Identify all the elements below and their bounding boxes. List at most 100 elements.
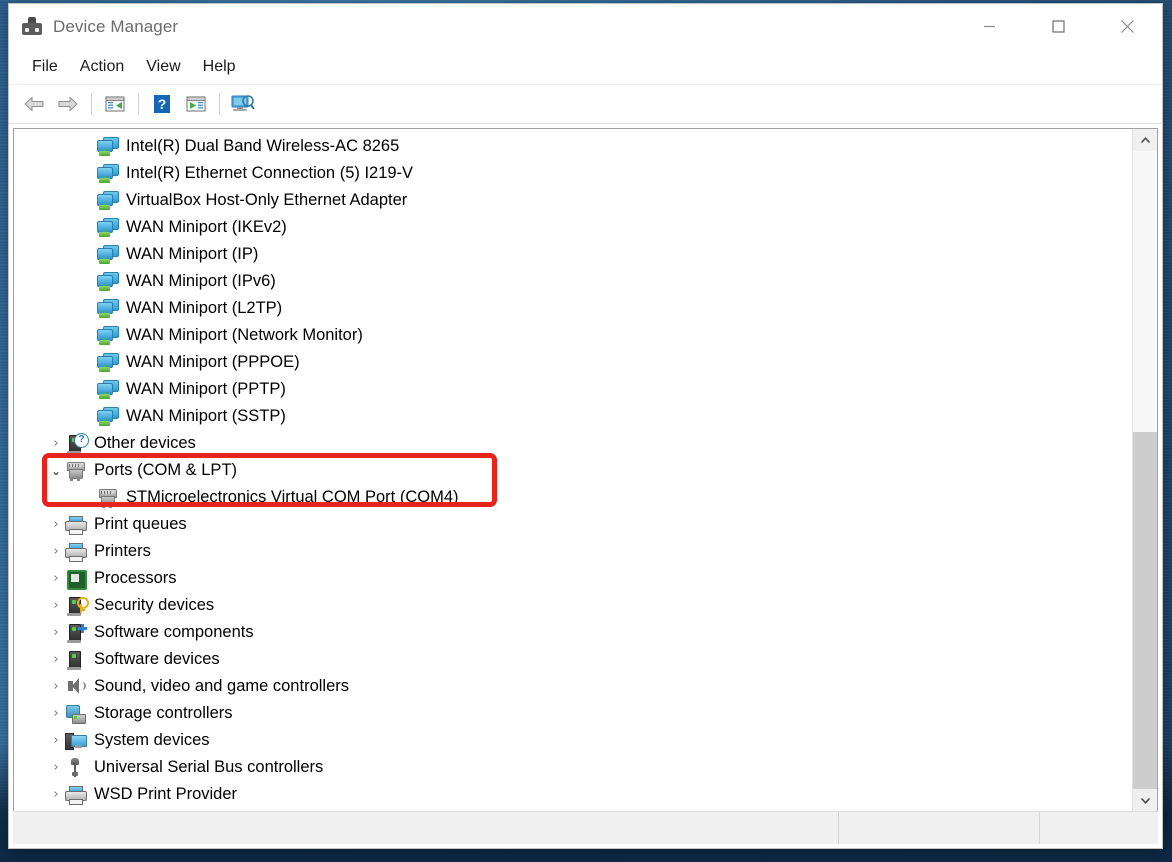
tree-row[interactable]: WAN Miniport (SSTP) (14, 403, 1132, 430)
device-manager-icon (21, 16, 43, 37)
status-bar (13, 811, 1158, 844)
tree-row[interactable]: WAN Miniport (IP) (14, 241, 1132, 268)
tree-row[interactable]: › Print queues (14, 511, 1132, 538)
properties-button[interactable] (98, 89, 132, 119)
tree-row[interactable]: › Printers (14, 538, 1132, 565)
tree-row[interactable]: WAN Miniport (PPPOE) (14, 349, 1132, 376)
chevron-right-icon[interactable]: › (48, 572, 64, 585)
tree-row[interactable]: › Security devices (14, 592, 1132, 619)
maximize-button[interactable] (1024, 4, 1093, 49)
tree-row[interactable]: WAN Miniport (L2TP) (14, 295, 1132, 322)
software-component-icon (64, 623, 87, 643)
toolbar-separator (138, 93, 139, 115)
tree-row[interactable]: › Universal Serial Bus controllers (14, 754, 1132, 781)
software-device-icon (64, 650, 86, 670)
tree-row[interactable]: › System devices (14, 727, 1132, 754)
printer-icon (64, 542, 87, 562)
tree-row[interactable]: › Processors (14, 565, 1132, 592)
tree-row-label: WSD Print Provider (94, 784, 238, 803)
network-adapter-icon (96, 406, 119, 427)
scroll-up-button[interactable] (1133, 129, 1157, 151)
port-icon (96, 488, 118, 508)
tree-row[interactable]: › Software devices (14, 646, 1132, 673)
tree-row[interactable]: Intel(R) Dual Band Wireless-AC 8265 (14, 133, 1132, 160)
tree-row[interactable]: WAN Miniport (Network Monitor) (14, 322, 1132, 349)
menu-file[interactable]: File (21, 54, 69, 80)
chevron-right-icon[interactable]: › (48, 626, 64, 639)
network-adapter-icon (96, 271, 119, 292)
chevron-right-icon[interactable]: › (48, 707, 64, 720)
title-bar[interactable]: Device Manager (9, 4, 1162, 49)
chevron-right-icon[interactable]: › (48, 599, 64, 612)
menu-help[interactable]: Help (192, 54, 247, 80)
tree-row[interactable]: › Storage controllers (14, 700, 1132, 727)
window-controls (955, 4, 1162, 49)
printer-icon (64, 785, 87, 805)
tree-row[interactable]: VirtualBox Host-Only Ethernet Adapter (14, 187, 1132, 214)
printer-icon (64, 515, 87, 535)
chevron-right-icon[interactable]: › (48, 437, 64, 450)
tree-row[interactable]: ›? Other devices (14, 430, 1132, 457)
network-adapter-icon (96, 325, 119, 346)
system-device-icon (64, 731, 87, 751)
close-button[interactable] (1093, 4, 1162, 49)
status-bar-segment-2 (1039, 812, 1158, 844)
tree-row-label: Storage controllers (94, 703, 233, 722)
chevron-right-icon[interactable]: › (48, 518, 64, 531)
vertical-scrollbar[interactable] (1132, 129, 1157, 811)
network-adapter-icon (96, 244, 119, 265)
chevron-right-icon[interactable]: › (48, 734, 64, 747)
tree-row[interactable]: WAN Miniport (PPTP) (14, 376, 1132, 403)
chevron-right-icon[interactable]: › (48, 788, 64, 801)
tree-row-label: Print queues (94, 514, 187, 533)
update-driver-button[interactable] (179, 89, 213, 119)
usb-controller-icon (64, 757, 86, 778)
forward-button[interactable] (51, 89, 85, 119)
tree-row-label: Security devices (94, 595, 215, 614)
menu-bar: File Action View Help (9, 49, 1162, 85)
unknown-device-icon: ? (64, 432, 89, 454)
scrollbar-thumb[interactable] (1133, 431, 1157, 789)
chevron-right-icon[interactable]: › (48, 761, 64, 774)
status-bar-segment-1 (838, 812, 1039, 844)
tree-row-label: WAN Miniport (PPTP) (126, 379, 286, 398)
tree-row-label: WAN Miniport (SSTP) (126, 406, 286, 425)
tree-row-label: Software devices (94, 649, 220, 668)
window-title: Device Manager (53, 16, 179, 36)
tree-row[interactable]: STMicroelectronics Virtual COM Port (COM… (14, 484, 1132, 511)
chevron-right-icon[interactable]: › (48, 653, 64, 666)
chevron-right-icon[interactable]: › (48, 545, 64, 558)
menu-view[interactable]: View (135, 54, 191, 80)
tree-row[interactable]: WAN Miniport (IKEv2) (14, 214, 1132, 241)
tree-row[interactable]: Intel(R) Ethernet Connection (5) I219-V (14, 160, 1132, 187)
tree-row[interactable]: › Sound, video and game controllers (14, 673, 1132, 700)
scan-hardware-changes-button[interactable] (226, 89, 260, 119)
back-button[interactable] (17, 89, 51, 119)
tree-row-label: Ports (COM & LPT) (94, 460, 238, 479)
tree-row-label: WAN Miniport (IPv6) (126, 271, 276, 290)
minimize-button[interactable] (955, 4, 1024, 49)
menu-action[interactable]: Action (69, 54, 135, 80)
tree-row-label: WAN Miniport (IP) (126, 244, 259, 263)
storage-controller-icon (64, 704, 86, 724)
device-manager-window: Device Manager File Action View Help ? I… (8, 3, 1163, 849)
tree-row-label: Printers (94, 541, 151, 560)
tree-row[interactable]: › Software components (14, 619, 1132, 646)
port-icon (64, 461, 86, 481)
toolbar-separator (91, 93, 92, 115)
tree-row[interactable]: › WSD Print Provider (14, 781, 1132, 808)
device-tree[interactable]: Intel(R) Dual Band Wireless-AC 8265 Intel… (14, 129, 1132, 811)
scroll-down-button[interactable] (1133, 789, 1157, 811)
help-button[interactable]: ? (145, 89, 179, 119)
tree-row[interactable]: ⌄ Ports (COM & LPT) (14, 457, 1132, 484)
scrollbar-track[interactable] (1133, 151, 1157, 789)
tree-row[interactable]: WAN Miniport (IPv6) (14, 268, 1132, 295)
tree-row-label: System devices (94, 730, 210, 749)
chevron-right-icon[interactable]: › (48, 680, 64, 693)
tree-row-label: STMicroelectronics Virtual COM Port (COM… (126, 487, 459, 506)
network-adapter-icon (96, 217, 119, 238)
status-bar-main (13, 812, 838, 844)
tree-row-label: VirtualBox Host-Only Ethernet Adapter (126, 190, 408, 209)
tree-row-label: Sound, video and game controllers (94, 676, 349, 695)
chevron-down-icon[interactable]: ⌄ (48, 465, 64, 477)
